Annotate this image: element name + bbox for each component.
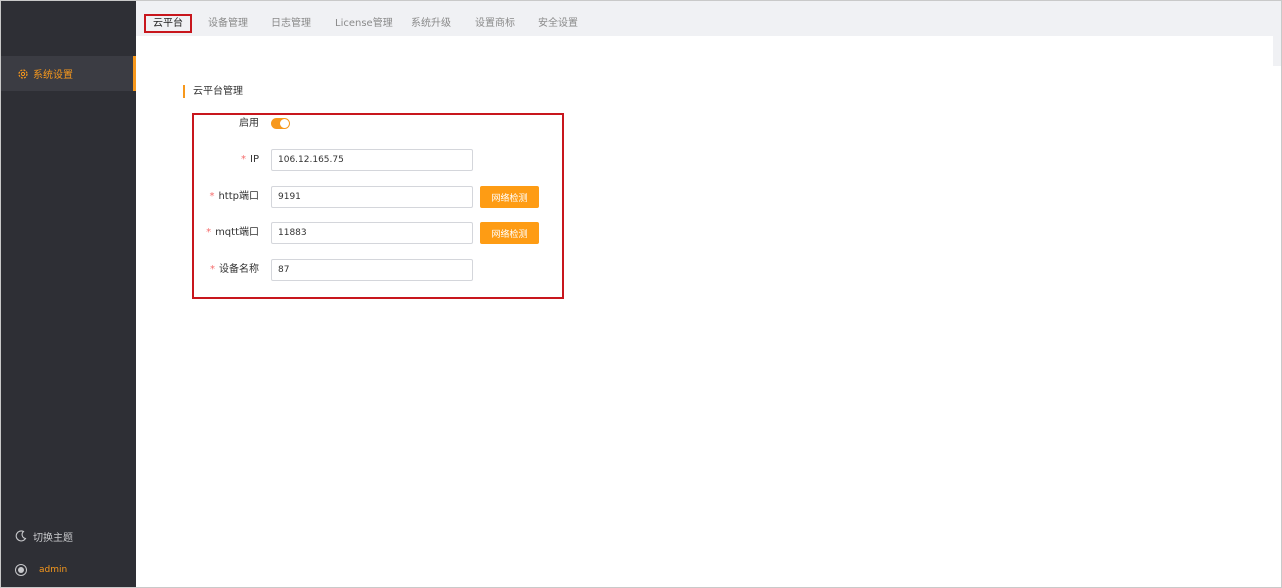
app-window: 系统设置 切换主题 admin 云平台 设备管理 日志管理 License管理 … bbox=[0, 0, 1282, 588]
http-port-label: * http端口 bbox=[209, 191, 259, 202]
required-mark: * bbox=[209, 191, 215, 202]
required-mark: * bbox=[206, 227, 212, 238]
required-mark: * bbox=[210, 264, 215, 275]
user-info[interactable]: admin bbox=[15, 563, 67, 577]
username: admin bbox=[39, 565, 68, 575]
device-name-label: * 设备名称 bbox=[210, 264, 259, 275]
tab-cloud-platform[interactable]: 云平台 bbox=[144, 14, 192, 33]
tab-license-management[interactable]: License管理 bbox=[335, 14, 393, 33]
ip-input[interactable] bbox=[271, 149, 473, 171]
tab-device-management[interactable]: 设备管理 bbox=[208, 14, 248, 33]
tab-system-upgrade[interactable]: 系统升级 bbox=[411, 14, 451, 33]
moon-icon bbox=[15, 530, 27, 542]
section-title: 云平台管理 bbox=[183, 85, 243, 98]
mqtt-port-input[interactable] bbox=[271, 222, 473, 244]
theme-switch-label: 切换主题 bbox=[33, 532, 73, 544]
mqtt-port-label: * mqtt端口 bbox=[206, 227, 259, 238]
sidebar: 系统设置 切换主题 admin bbox=[1, 1, 136, 587]
http-port-input[interactable] bbox=[271, 186, 473, 208]
toggle-knob bbox=[280, 119, 289, 128]
sidebar-item-system-settings[interactable]: 系统设置 bbox=[1, 56, 136, 91]
content-scrollbar[interactable] bbox=[1273, 36, 1281, 66]
tab-log-management[interactable]: 日志管理 bbox=[271, 14, 311, 33]
theme-switch-button[interactable]: 切换主题 bbox=[15, 529, 73, 544]
required-mark: * bbox=[241, 154, 247, 165]
mqtt-network-check-button[interactable]: 网络检测 bbox=[480, 222, 539, 244]
tab-set-trademark[interactable]: 设置商标 bbox=[475, 14, 515, 33]
sidebar-item-label: 系统设置 bbox=[33, 70, 73, 81]
device-name-input[interactable] bbox=[271, 259, 473, 281]
enable-toggle[interactable] bbox=[271, 118, 290, 129]
gear-icon bbox=[17, 68, 29, 80]
user-avatar-icon bbox=[15, 564, 27, 576]
tab-security-settings[interactable]: 安全设置 bbox=[538, 14, 578, 33]
ip-label: * IP bbox=[241, 154, 259, 165]
http-network-check-button[interactable]: 网络检测 bbox=[480, 186, 539, 208]
enable-label: 启用 bbox=[239, 118, 259, 129]
